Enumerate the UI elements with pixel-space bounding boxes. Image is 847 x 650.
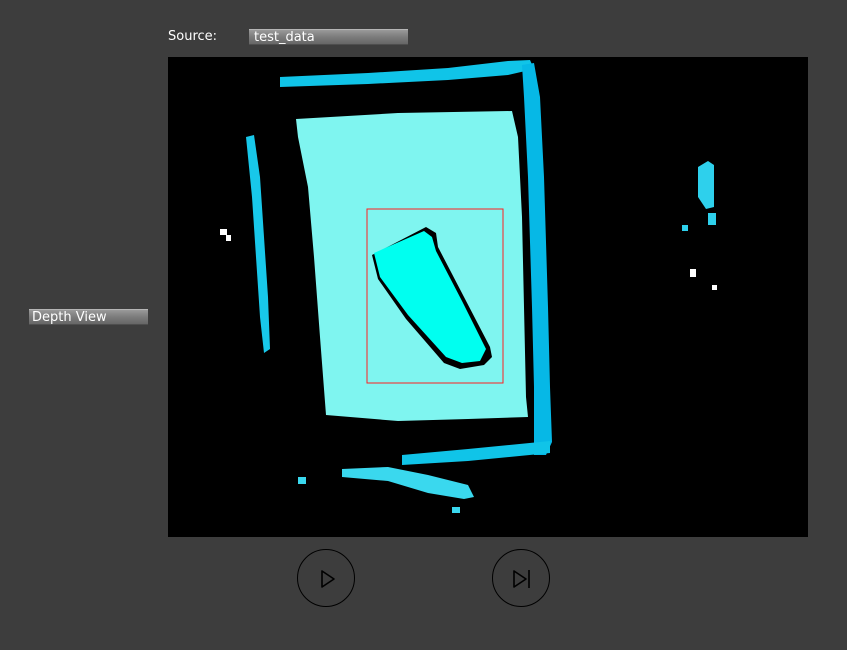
view-mode-dropdown[interactable]: Depth View [29,309,148,325]
depth-speckle [298,477,306,484]
depth-edge-right [522,63,552,455]
depth-edge-bottom [402,441,550,465]
step-forward-icon [513,570,530,588]
depth-speckle [690,269,696,277]
depth-speckle [712,285,717,290]
depth-speckle [682,225,688,231]
source-label: Source: [168,29,218,44]
step-forward-button[interactable] [492,549,550,607]
source-dropdown[interactable]: test_data [249,29,408,45]
depth-speckle [220,229,227,235]
depth-edge-left [246,135,270,353]
depth-speckle [452,507,460,513]
play-button[interactable] [297,549,355,607]
depth-edge-top [280,60,534,87]
depth-image [220,60,717,513]
depth-speckle [226,235,231,241]
depth-view-canvas[interactable] [168,57,808,537]
depth-edge-lower [342,467,474,499]
play-icon [321,570,335,588]
depth-speckle [708,213,716,225]
depth-speckle-right [698,161,714,209]
